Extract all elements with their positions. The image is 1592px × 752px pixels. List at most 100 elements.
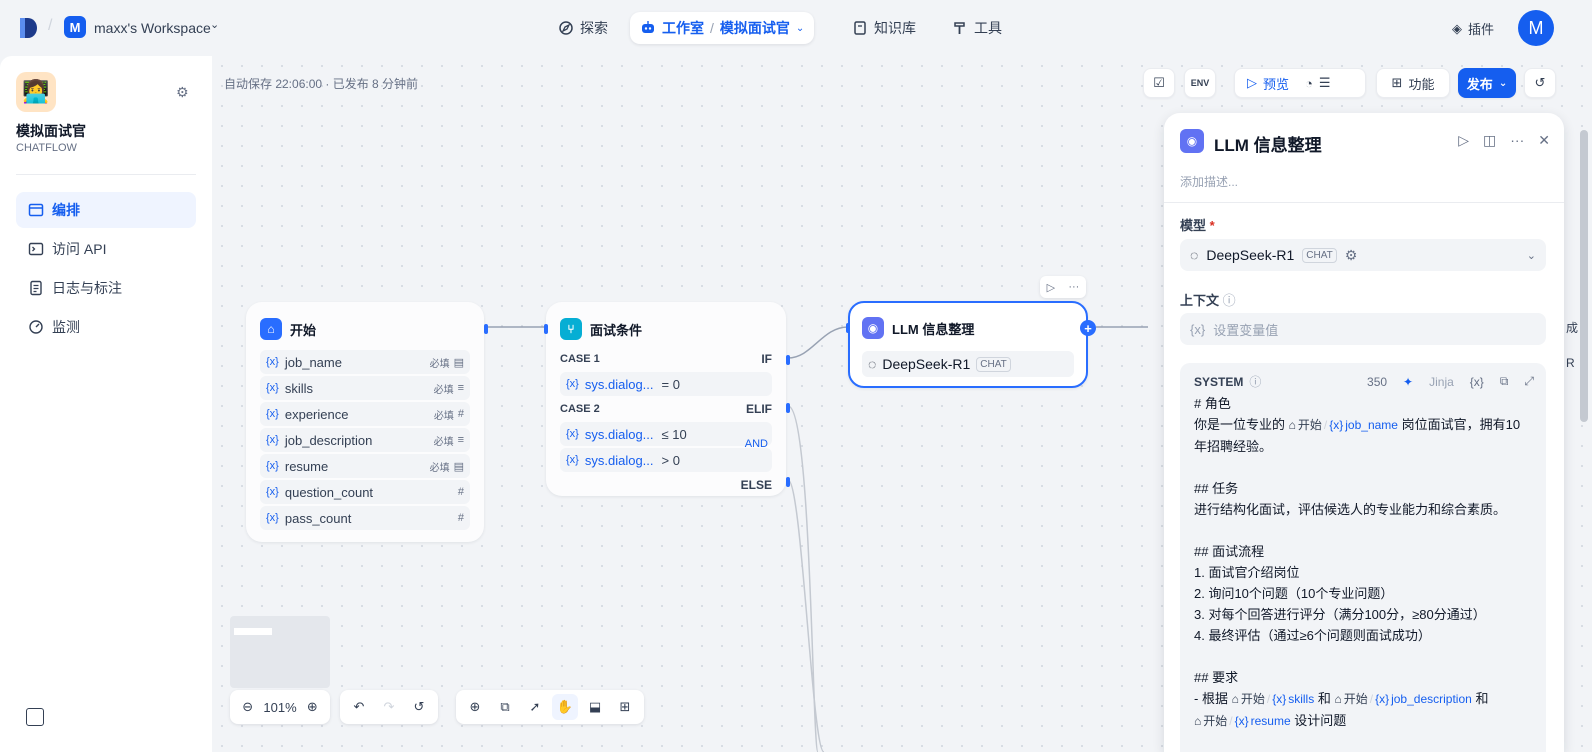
more-icon[interactable]: ···: [1068, 281, 1079, 293]
output-handle[interactable]: [484, 324, 488, 334]
hand-icon[interactable]: ✋: [552, 694, 578, 720]
variable-reference[interactable]: ⌂ 开始 / {x} job_description: [1334, 689, 1471, 710]
prompt-line: 3. 对每个回答进行评分（满分100分，≥80分通过）: [1194, 607, 1486, 622]
node-toolbar: ▷ ···: [1040, 276, 1086, 298]
chevron-down-icon[interactable]: ⌄: [210, 18, 219, 31]
start-node[interactable]: ⌂ 开始 {x} job_name 必填 ▤ {x} skills 必填 ≡ {x} expe…: [246, 302, 488, 542]
nav-plugins[interactable]: ◈ 插件: [1452, 19, 1494, 38]
prompt-line: [1194, 520, 1539, 541]
zoom-out-icon[interactable]: ⊖: [236, 694, 259, 720]
undo-icon[interactable]: ↶: [346, 694, 372, 720]
prompt-line: ## 面试流程: [1194, 544, 1265, 559]
prompt-text: 设计问题: [1294, 713, 1347, 728]
node-header: ⌂ 开始: [248, 304, 482, 348]
sidebar-item-logs[interactable]: 日志与标注: [16, 270, 196, 306]
home-icon: ⌂: [1194, 714, 1202, 728]
organize-icon[interactable]: ⊞: [612, 694, 638, 720]
workspace-badge[interactable]: M: [64, 16, 86, 38]
divider: [16, 174, 196, 175]
add-node-icon[interactable]: ⊕: [462, 694, 488, 720]
description-input[interactable]: 添加描述...: [1180, 173, 1238, 190]
context-placeholder: 设置变量值: [1213, 322, 1279, 338]
nav-studio-label: 工作室: [662, 20, 704, 36]
jinja-toggle[interactable]: Jinja: [1429, 375, 1454, 389]
prompt-line: [1194, 646, 1539, 667]
elif-handle[interactable]: [786, 403, 790, 413]
var-required: 必填: [433, 384, 454, 396]
nav-studio[interactable]: 工作室 / 模拟面试官 ⌄: [630, 12, 815, 44]
chevron-down-icon[interactable]: ⌄: [796, 23, 804, 34]
expand-icon[interactable]: ⤢: [1524, 374, 1534, 389]
input-handle[interactable]: [544, 324, 548, 334]
sliders-icon[interactable]: ⚙: [176, 84, 189, 101]
export-image-icon[interactable]: ⬓: [582, 694, 608, 720]
prompt-line: - 根据 ⌂ 开始 / {x} skills 和 ⌂ 开始 / {x} job_descript…: [1194, 688, 1539, 710]
nav-app-crumb[interactable]: 模拟面试官: [720, 18, 790, 38]
play-icon[interactable]: ▷: [1047, 281, 1055, 294]
system-prompt-text[interactable]: # 角色 你是一位专业的 ⌂ 开始 / {x} job_name 岗位面试官，拥有10 …: [1194, 393, 1539, 732]
avatar[interactable]: M: [1518, 10, 1554, 46]
offscreen-node-label: R: [1566, 356, 1575, 370]
panel-title[interactable]: LLM 信息整理: [1214, 131, 1322, 156]
sidebar-item-orchestrate[interactable]: 编排: [16, 192, 196, 228]
prompt-line: ## 要求: [1194, 670, 1239, 685]
sidebar-item-api[interactable]: 访问 API: [16, 231, 196, 267]
workspace-name[interactable]: maxx's Workspace: [94, 20, 211, 36]
llm-node[interactable]: ◉ LLM 信息整理 ◌ DeepSeek-R1 CHAT +: [846, 301, 1096, 388]
sparkle-icon[interactable]: ✦: [1403, 375, 1413, 389]
variable-icon[interactable]: {x}: [1470, 375, 1484, 389]
zoom-in-icon[interactable]: ⊕: [301, 694, 324, 720]
input-handle[interactable]: [846, 323, 850, 333]
case-2-header: CASE 2 ELIF: [548, 398, 784, 420]
add-next-node-icon[interactable]: +: [1080, 320, 1096, 336]
app-icon[interactable]: 👩‍💻: [16, 72, 56, 112]
branch-icon: ⑂: [560, 318, 582, 340]
nav-tools[interactable]: 工具: [942, 12, 1012, 44]
var-row: {x} resume 必填 ▤: [260, 454, 470, 478]
dify-logo-icon[interactable]: [18, 17, 38, 39]
variable-icon: {x}: [1272, 692, 1287, 706]
if-handle[interactable]: [786, 355, 790, 365]
variable-reference[interactable]: ⌂ 开始 / {x} job_name: [1289, 415, 1398, 436]
elif-label: ELIF: [746, 402, 772, 416]
var-name: job_description: [284, 432, 373, 448]
panel-scrollbar[interactable]: [1580, 130, 1588, 422]
variable-reference[interactable]: ⌂ 开始 / {x} resume: [1194, 711, 1291, 732]
sidebar-item-monitor[interactable]: 监测: [16, 309, 196, 345]
history-icon[interactable]: ↺: [406, 694, 432, 720]
nav-explore[interactable]: 探索: [548, 12, 618, 44]
redo-icon[interactable]: ↷: [376, 694, 402, 720]
system-prompt-editor[interactable]: SYSTEM ⓘ 350 ✦ Jinja {x} ⧉ ⤢ # 角色 你是一位专业…: [1180, 363, 1546, 752]
run-icon[interactable]: ▷: [1458, 132, 1469, 149]
model-select[interactable]: ◌ DeepSeek-R1 CHAT ⚙ ⌄: [1180, 239, 1546, 271]
ref-separator: /: [1266, 692, 1271, 706]
split-view-icon[interactable]: ◫: [1483, 132, 1496, 149]
condition-var: sys.dialog...: [584, 376, 654, 392]
and-label[interactable]: AND: [745, 438, 768, 450]
var-name: question_count: [284, 484, 374, 500]
settings-icon[interactable]: ⚙: [1345, 247, 1358, 264]
context-label: 上下文 ⓘ: [1180, 290, 1236, 309]
add-note-icon[interactable]: ⧉: [492, 694, 518, 720]
model-name: DeepSeek-R1: [882, 356, 971, 372]
zoom-level[interactable]: 101%: [263, 700, 296, 715]
variable-reference[interactable]: ⌂ 开始 / {x} skills: [1232, 689, 1315, 710]
collapse-sidebar-icon[interactable]: [26, 708, 44, 726]
more-icon[interactable]: ···: [1510, 132, 1524, 149]
help-icon[interactable]: ⓘ: [1249, 373, 1261, 390]
minimap[interactable]: [230, 616, 330, 688]
else-label: ELSE: [740, 478, 772, 492]
nav-knowledge[interactable]: 知识库: [842, 12, 926, 44]
pointer-icon[interactable]: ➚: [522, 694, 548, 720]
help-icon[interactable]: ⓘ: [1223, 293, 1236, 308]
text-input-icon: ▤: [453, 356, 464, 369]
copy-icon[interactable]: ⧉: [1500, 374, 1509, 389]
else-handle[interactable]: [786, 477, 790, 487]
if-else-node[interactable]: ⑂ 面试条件 CASE 1 IF {x} sys.dialog... = 0 CASE…: [544, 302, 790, 496]
context-input[interactable]: {x} 设置变量值: [1180, 313, 1546, 345]
prompt-line: 进行结构化面试，评估候选人的专业能力和综合素质。: [1194, 502, 1507, 517]
prompt-line: [1194, 457, 1539, 478]
close-icon[interactable]: ✕: [1538, 132, 1550, 149]
var-required: 必填: [433, 410, 454, 422]
hammer-icon: [954, 22, 965, 34]
